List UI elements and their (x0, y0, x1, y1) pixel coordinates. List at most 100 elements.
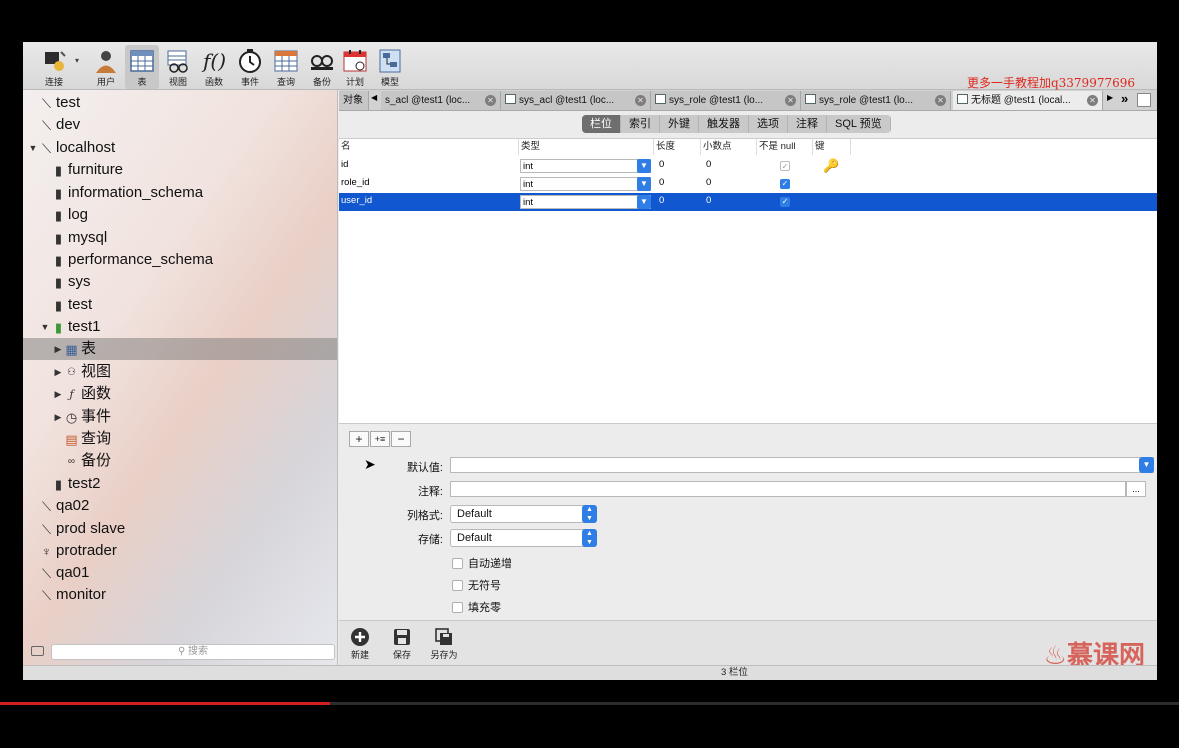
zerofill-checkbox[interactable]: 填充零 (452, 600, 501, 614)
disclosure-open-icon[interactable]: ▼ (27, 137, 39, 159)
auto-increment-checkbox[interactable]: 自动递增 (452, 556, 512, 570)
close-icon[interactable]: ✕ (485, 95, 496, 106)
new-tab-icon[interactable] (1137, 93, 1151, 107)
subtab-triggers[interactable]: 触发器 (699, 115, 749, 133)
remove-field-button[interactable]: − (391, 431, 411, 447)
table-row[interactable]: id int ▼ 0 0 ✓ 🔑 (339, 157, 1157, 175)
disclosure-closed-icon[interactable]: ▶ (52, 338, 64, 360)
tab-scroll-left-icon[interactable]: ◀ (371, 93, 377, 102)
tab-scroll-right-icon[interactable]: ▶ (1107, 93, 1113, 102)
tree-item-database[interactable]: ▮ information_schema (39, 182, 203, 204)
add-field-button[interactable]: + (349, 431, 369, 447)
toolbar-event-button[interactable]: 事件 (233, 45, 267, 89)
column-header-length[interactable]: 长度 (654, 139, 701, 155)
field-length[interactable]: 0 (657, 175, 664, 193)
tree-item-connection[interactable]: ⟍ qa02 (27, 495, 89, 517)
tree-item-connection[interactable]: ▼ ⟍ localhost (27, 137, 116, 159)
subtab-options[interactable]: 选项 (749, 115, 788, 133)
tab-overflow-icon[interactable]: » (1121, 91, 1128, 106)
close-icon[interactable]: ✕ (935, 95, 946, 106)
field-name[interactable]: id (339, 157, 348, 175)
table-row-selected[interactable]: user_id int ▼ 0 0 ✓ (339, 193, 1157, 211)
column-header-decimals[interactable]: 小数点 (701, 139, 757, 155)
column-format-select[interactable]: Default ▲ ▼ (450, 505, 597, 523)
disclosure-open-icon[interactable]: ▼ (39, 316, 51, 338)
sidebar-search-input[interactable]: ⚲ 搜索 (51, 644, 335, 660)
tree-item-tables[interactable]: ▶ ▦ 表 (23, 338, 337, 360)
subtab-fields[interactable]: 栏位 (582, 115, 621, 133)
field-length[interactable]: 0 (657, 157, 664, 175)
tree-item-views[interactable]: ▶ ⚇ 视图 (52, 361, 111, 383)
new-button[interactable]: 新建 (340, 627, 380, 661)
close-icon[interactable]: ✕ (1087, 95, 1098, 106)
subtab-foreign-keys[interactable]: 外键 (660, 115, 699, 133)
tree-item-database-test1[interactable]: ▼ ▮ test1 (39, 316, 101, 338)
column-header-name[interactable]: 名 (339, 139, 519, 155)
save-as-button[interactable]: 另存为 (424, 627, 464, 661)
tree-item-backups[interactable]: ∞ 备份 (52, 450, 111, 472)
field-decimals[interactable]: 0 (704, 157, 711, 175)
toolbar-model-button[interactable]: 模型 (373, 45, 407, 89)
sidebar-toggle-button[interactable] (31, 646, 44, 656)
tree-item-database[interactable]: ▮ test (39, 294, 92, 316)
tree-item-queries[interactable]: ▤ 查询 (52, 428, 111, 450)
tree-item-database[interactable]: ▮ mysql (39, 227, 107, 249)
primary-key-icon[interactable]: 🔑 (823, 158, 839, 174)
column-header-not-null[interactable]: 不是 null (757, 139, 813, 155)
column-header-key[interactable]: 键 (813, 139, 851, 155)
save-button[interactable]: 保存 (382, 627, 422, 661)
field-length[interactable]: 0 (657, 193, 664, 211)
tree-item-connection[interactable]: ⟍ dev (27, 114, 80, 136)
tree-item-connection[interactable]: ⟍ prod slave (27, 518, 125, 540)
tree-item-connection[interactable]: ⟍ monitor (27, 584, 106, 606)
tab-sys-acl[interactable]: sys_acl @test1 (loc... ✕ (501, 91, 651, 110)
video-progress-bar[interactable] (0, 702, 1179, 705)
field-decimals[interactable]: 0 (704, 175, 711, 193)
toolbar-view-button[interactable]: 视图 (161, 45, 195, 89)
toolbar-function-button[interactable]: f() 函数 (197, 45, 231, 89)
insert-field-button[interactable]: +≡ (370, 431, 390, 447)
not-null-checkbox[interactable]: ✓ (780, 197, 790, 207)
not-null-checkbox[interactable]: ✓ (780, 179, 790, 189)
subtab-comment[interactable]: 注释 (788, 115, 827, 133)
toolbar-user-button[interactable]: 用户 (89, 45, 123, 89)
tab-objects[interactable]: 对象 (339, 91, 369, 110)
tab-sys-acl-partial[interactable]: s_acl @test1 (loc... ✕ (381, 91, 501, 110)
disclosure-closed-icon[interactable]: ▶ (52, 361, 64, 383)
disclosure-closed-icon[interactable]: ▶ (52, 406, 64, 428)
chevron-down-icon[interactable]: ▾ (75, 56, 79, 65)
tree-item-database[interactable]: ▮ performance_schema (39, 249, 213, 271)
tree-item-database[interactable]: ▮ log (39, 204, 88, 226)
tree-item-database[interactable]: ▮ sys (39, 271, 91, 293)
field-name[interactable]: user_id (339, 193, 372, 211)
unsigned-checkbox[interactable]: 无符号 (452, 578, 501, 592)
tree-item-events[interactable]: ▶ ◷ 事件 (52, 406, 111, 428)
toolbar-backup-button[interactable]: 备份 (305, 45, 339, 89)
tree-item-connection[interactable]: ⟍ qa01 (27, 562, 89, 584)
chevron-down-icon[interactable]: ▼ (1139, 457, 1154, 473)
comment-expand-button[interactable]: ... (1126, 481, 1146, 497)
close-icon[interactable]: ✕ (785, 95, 796, 106)
field-decimals[interactable]: 0 (704, 193, 711, 211)
field-name[interactable]: role_id (339, 175, 370, 193)
type-select[interactable]: int ▼ (520, 159, 651, 173)
storage-select[interactable]: Default ▲ ▼ (450, 529, 597, 547)
table-row[interactable]: role_id int ▼ 0 0 ✓ (339, 175, 1157, 193)
tree-item-connection[interactable]: ⟍ test (27, 92, 80, 114)
toolbar-query-button[interactable]: 查询 (269, 45, 303, 89)
close-icon[interactable]: ✕ (635, 95, 646, 106)
tree-item-database[interactable]: ▮ test2 (39, 473, 101, 495)
type-select[interactable]: int ▼ (520, 177, 651, 191)
type-select[interactable]: int ▼ (520, 195, 651, 209)
default-value-input[interactable]: ▼ (450, 457, 1154, 473)
subtab-indexes[interactable]: 索引 (621, 115, 660, 133)
disclosure-closed-icon[interactable]: ▶ (52, 383, 64, 405)
tree-item-functions[interactable]: ▶ ƒ 函数 (52, 383, 111, 405)
column-header-type[interactable]: 类型 (519, 139, 654, 155)
tab-sys-role[interactable]: sys_role @test1 (lo... ✕ (651, 91, 801, 110)
tab-sys-role-2[interactable]: sys_role @test1 (lo... ✕ (801, 91, 951, 110)
toolbar-connection-button[interactable]: 连接 (37, 45, 71, 89)
tree-item-connection[interactable]: ♆ protrader (27, 540, 117, 562)
toolbar-table-button[interactable]: 表 (125, 45, 159, 89)
toolbar-schedule-button[interactable]: 计划 (338, 45, 372, 89)
